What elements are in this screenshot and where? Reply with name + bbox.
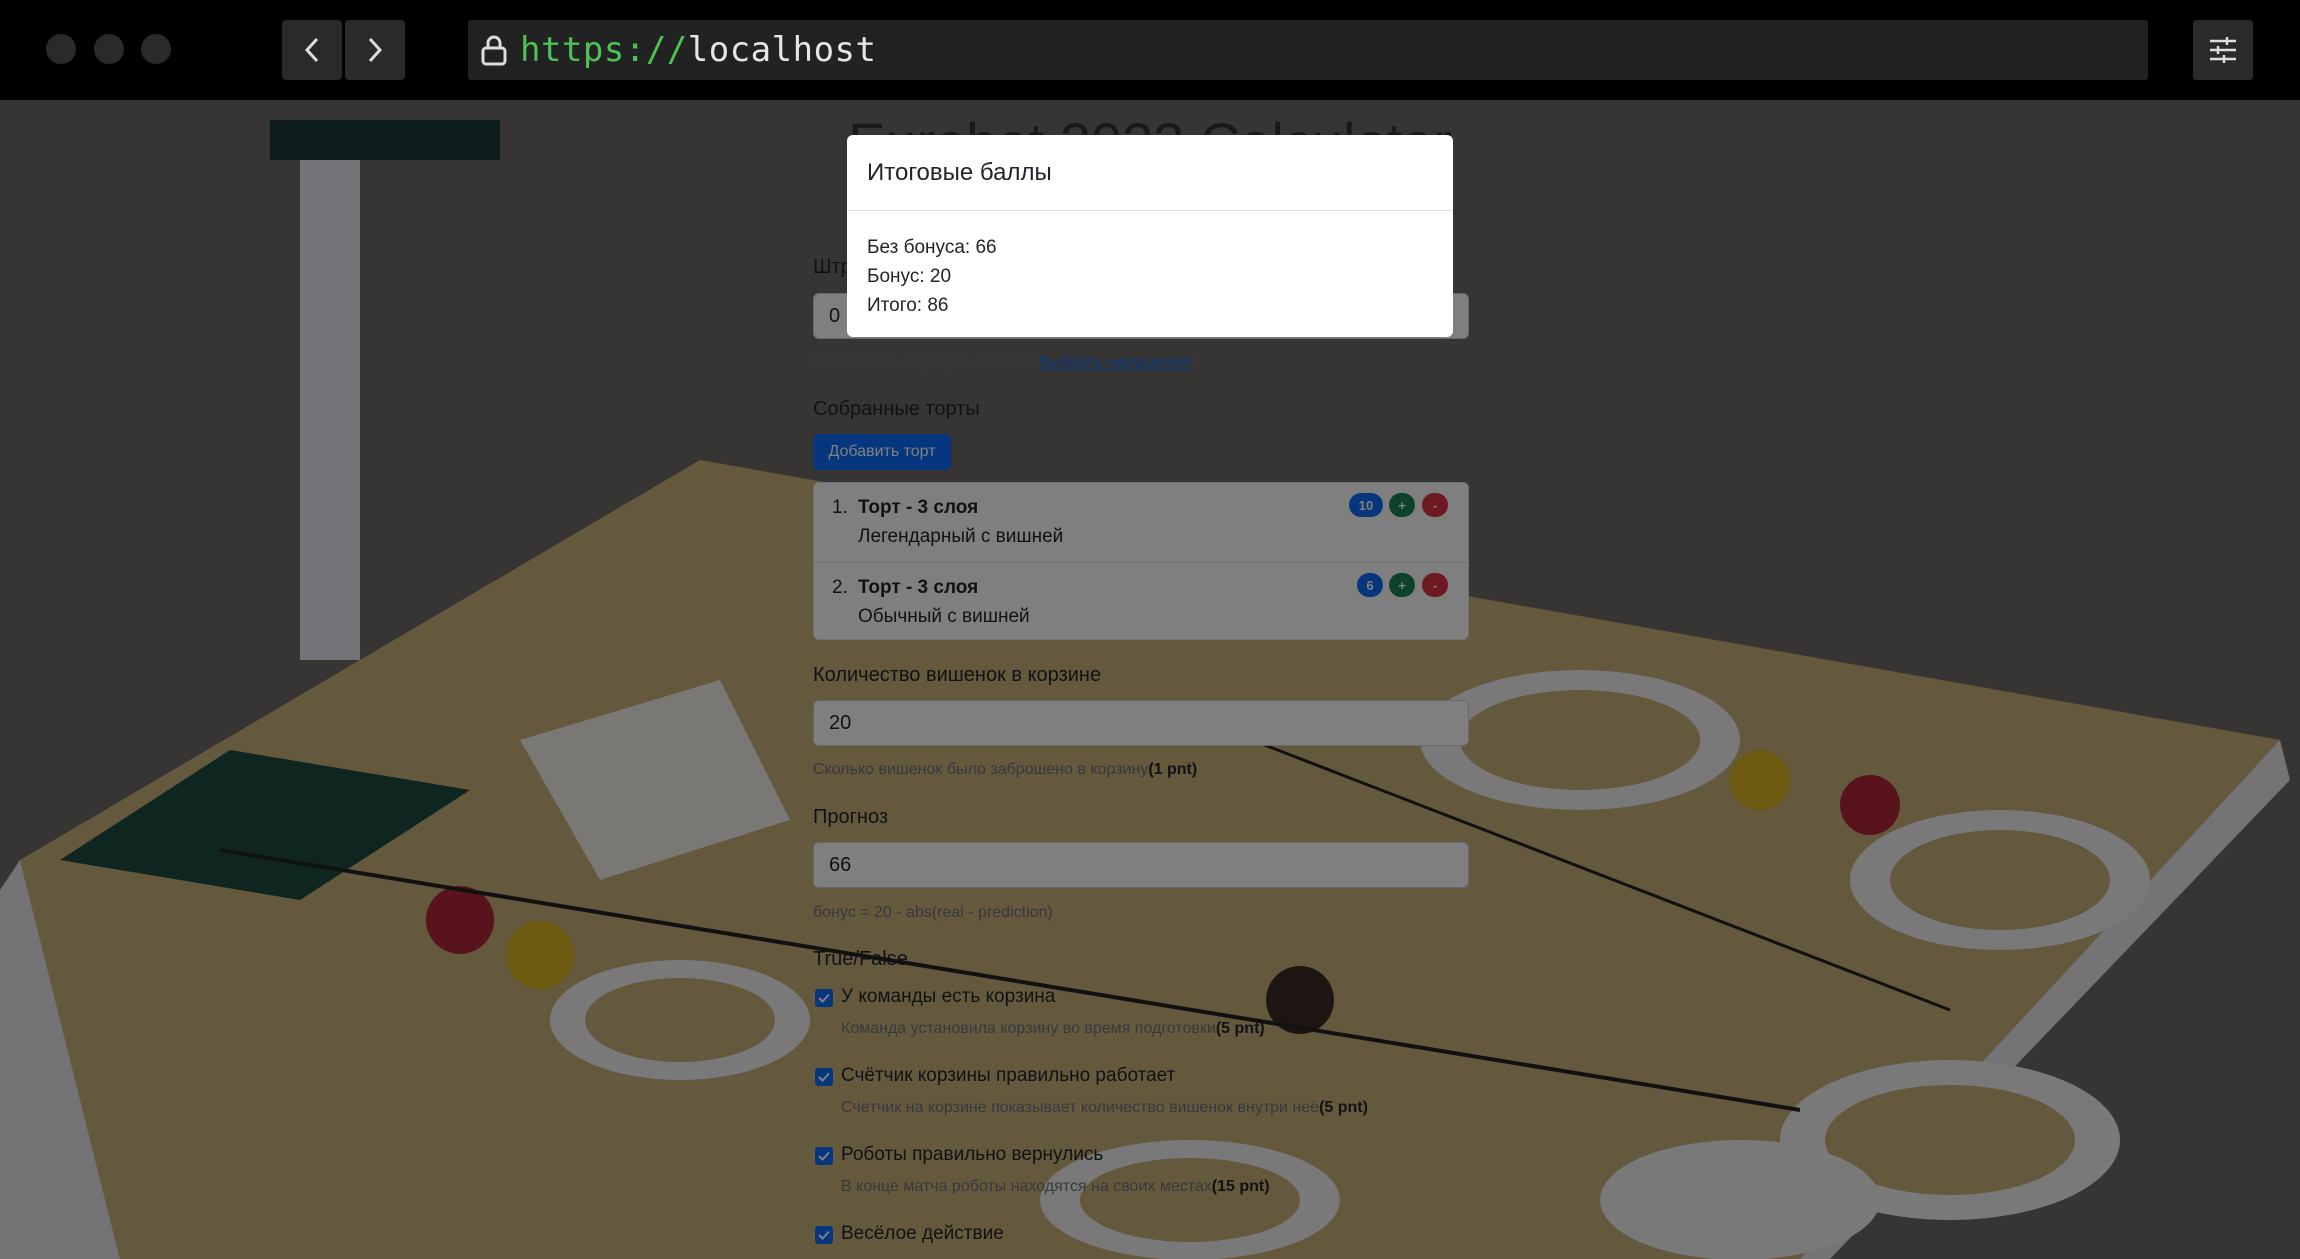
window-close-dot[interactable]	[46, 34, 76, 64]
window-minimize-dot[interactable]	[94, 34, 124, 64]
sliders-icon	[2210, 37, 2236, 63]
browser-chrome: https://localhost	[0, 0, 2300, 100]
results-modal: Итоговые баллы Без бонуса: 66 Бонус: 20 …	[847, 135, 1453, 337]
score-total: Итого: 86	[867, 295, 949, 316]
url-text: https://localhost	[520, 30, 877, 70]
chevron-left-icon	[304, 37, 319, 63]
page-viewport: Eurobot 2023 Calculator Штр 0 Количество…	[0, 100, 2300, 1259]
window-maximize-dot[interactable]	[141, 34, 171, 64]
settings-button[interactable]	[2193, 20, 2253, 80]
forward-button[interactable]	[345, 20, 405, 80]
url-host: localhost	[687, 30, 877, 70]
score-bonus: Бонус: 20	[867, 266, 952, 287]
modal-body: Без бонуса: 66 Бонус: 20 Итого: 86	[847, 211, 1453, 342]
back-button[interactable]	[282, 20, 342, 80]
modal-title: Итоговые баллы	[847, 135, 1453, 211]
url-scheme: https://	[520, 30, 688, 70]
lock-icon	[481, 35, 507, 66]
chevron-right-icon	[368, 37, 383, 63]
address-bar[interactable]: https://localhost	[468, 20, 2148, 80]
score-without-bonus: Без бонуса: 66	[867, 237, 997, 258]
